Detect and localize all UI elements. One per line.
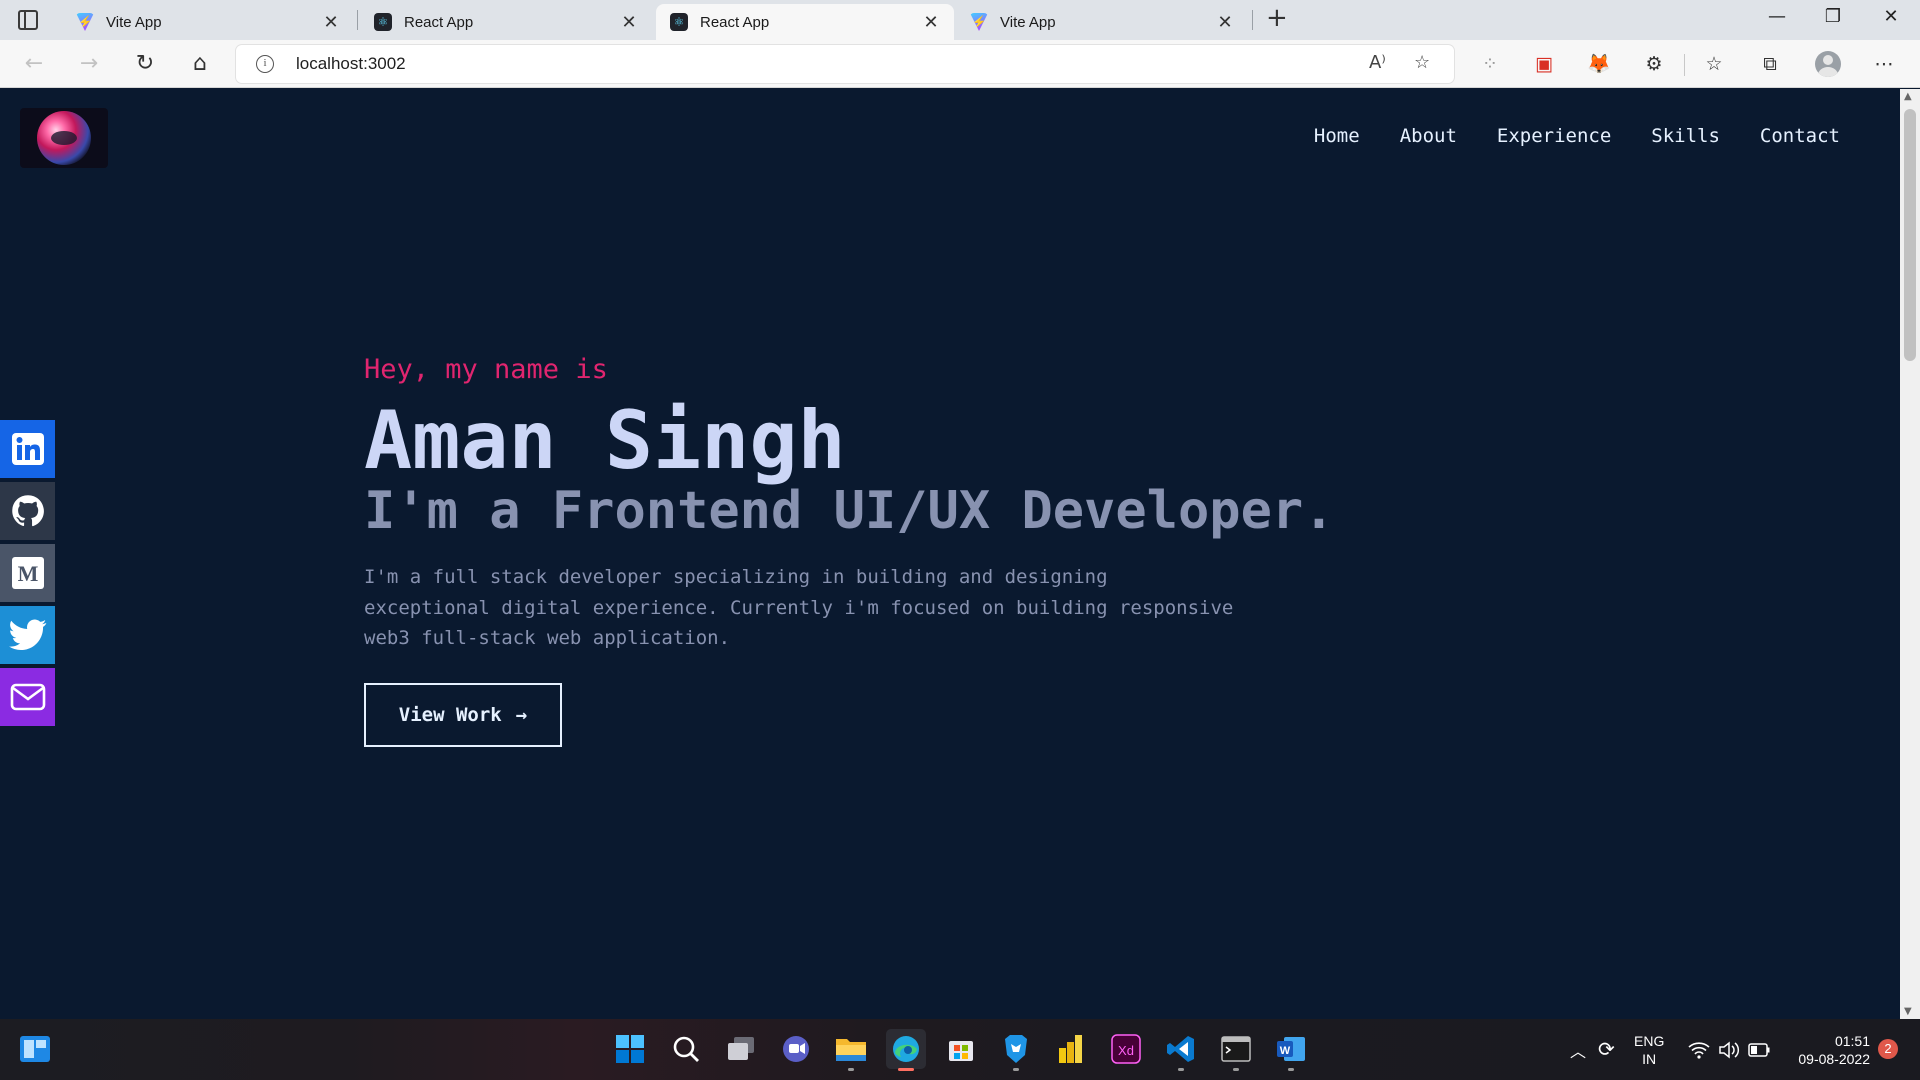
browser-toolbar: ← → ↻ ⌂ i localhost:3002 A⁾ ☆: [0, 40, 1920, 88]
linkedin-icon[interactable]: [0, 420, 55, 478]
tab-title: React App: [700, 13, 770, 31]
tab-title: Vite App: [1000, 13, 1056, 31]
pocket-icon[interactable]: ▣: [1530, 50, 1558, 78]
svg-text:Xd: Xd: [1118, 1043, 1134, 1058]
github-icon[interactable]: [0, 482, 55, 540]
adobe-xd-icon[interactable]: Xd: [1106, 1029, 1146, 1069]
twitter-icon[interactable]: [0, 606, 55, 664]
collections-icon[interactable]: ⧉: [1756, 50, 1784, 78]
svg-text:M: M: [17, 561, 38, 586]
restore-icon[interactable]: ❐: [1818, 6, 1848, 27]
language-indicator[interactable]: ENG IN: [1634, 1019, 1672, 1080]
arrow-right-icon: →: [515, 704, 528, 726]
favorites-icon[interactable]: ☆: [1700, 50, 1728, 78]
profile-icon[interactable]: [1814, 50, 1842, 78]
site-info-icon[interactable]: i: [256, 55, 274, 73]
edge-icon[interactable]: [886, 1029, 926, 1071]
social-sidebar: M: [0, 420, 55, 730]
brave-icon[interactable]: [996, 1029, 1036, 1071]
nav-skills[interactable]: Skills: [1651, 125, 1720, 147]
window-close-icon[interactable]: ✕: [1876, 6, 1906, 27]
site-nav: Home About Experience Skills Contact: [1314, 125, 1840, 147]
sync-icon[interactable]: ⟳: [1598, 1019, 1615, 1080]
back-icon[interactable]: ←: [20, 50, 48, 78]
tab-close-icon[interactable]: ✕: [1216, 12, 1234, 33]
home-icon[interactable]: ⌂: [186, 50, 214, 78]
power-bi-icon[interactable]: [1051, 1029, 1091, 1069]
file-explorer-icon[interactable]: [831, 1029, 871, 1071]
hero-description: I'm a full stack developer specializing …: [364, 566, 1234, 649]
tab-react-app-active[interactable]: ⚛ React App ✕: [656, 4, 954, 40]
react-icon: ⚛: [374, 13, 392, 31]
notification-badge[interactable]: 2: [1878, 1039, 1898, 1059]
tab-close-icon[interactable]: ✕: [922, 12, 940, 33]
extensions-icon[interactable]: ⚙: [1640, 50, 1668, 78]
wifi-icon[interactable]: [1688, 1019, 1710, 1080]
browser-tab-bar: ⚡ Vite App ✕ ⚛ React App ✕ ⚛ React App ✕…: [0, 0, 1920, 40]
metamask-icon[interactable]: 🦊: [1585, 50, 1613, 78]
chat-icon[interactable]: [776, 1029, 816, 1069]
site-logo[interactable]: [20, 108, 108, 168]
vite-icon: ⚡: [970, 13, 988, 31]
hero-role: I'm a Frontend UI/UX Developer.: [364, 481, 1335, 541]
clock-date: 09-08-2022: [1798, 1050, 1870, 1067]
page-scrollbar[interactable]: ▲ ▼: [1900, 89, 1920, 1019]
add-favorite-icon[interactable]: ☆: [1414, 52, 1430, 73]
clock[interactable]: 01:51 09-08-2022: [1786, 1019, 1870, 1080]
react-icon: ⚛: [670, 13, 688, 31]
svg-text:W: W: [1280, 1045, 1291, 1057]
nav-home[interactable]: Home: [1314, 125, 1360, 147]
tab-react-app-1[interactable]: ⚛ React App ✕: [360, 4, 652, 40]
lang-code: ENG: [1634, 1032, 1665, 1049]
start-icon[interactable]: [610, 1029, 650, 1069]
minimize-icon[interactable]: —: [1762, 6, 1792, 27]
refresh-icon[interactable]: ↻: [131, 50, 159, 78]
view-work-button[interactable]: View Work →: [364, 683, 562, 747]
address-bar[interactable]: i localhost:3002 A⁾ ☆: [236, 45, 1454, 83]
battery-icon[interactable]: [1748, 1019, 1770, 1080]
url-text[interactable]: localhost:3002: [296, 54, 406, 74]
forward-icon[interactable]: →: [75, 50, 103, 78]
word-icon[interactable]: W: [1271, 1029, 1311, 1071]
tab-vite-app-2[interactable]: ⚡ Vite App ✕: [956, 4, 1248, 40]
scrollbar-thumb[interactable]: [1904, 109, 1916, 361]
terminal-icon[interactable]: [1216, 1029, 1256, 1071]
nav-experience[interactable]: Experience: [1497, 125, 1611, 147]
tab-title: React App: [404, 13, 474, 31]
chevron-up-icon[interactable]: ︿: [1570, 1019, 1586, 1080]
store-icon[interactable]: [941, 1029, 981, 1069]
more-icon[interactable]: ⋯: [1870, 50, 1898, 78]
tab-actions-icon[interactable]: [18, 10, 38, 30]
read-aloud-icon[interactable]: A⁾: [1369, 52, 1386, 73]
loading-extension-icon[interactable]: ⁘: [1476, 50, 1504, 78]
search-icon[interactable]: [666, 1029, 706, 1069]
clock-time: 01:51: [1834, 1032, 1870, 1049]
taskbar: Xd W ︿ ⟳ ENG IN 01:51 09-08-2022: [0, 1019, 1920, 1080]
page-viewport: Home About Experience Skills Contact M H…: [0, 89, 1900, 1019]
widgets-icon[interactable]: [20, 1036, 50, 1062]
tab-close-icon[interactable]: ✕: [620, 12, 638, 33]
mail-icon[interactable]: [0, 668, 55, 726]
region-code: IN: [1642, 1050, 1657, 1067]
vscode-icon[interactable]: [1161, 1029, 1201, 1071]
nav-contact[interactable]: Contact: [1760, 125, 1840, 147]
task-view-icon[interactable]: [721, 1029, 761, 1069]
new-tab-icon[interactable]: +: [1266, 3, 1288, 33]
nav-about[interactable]: About: [1400, 125, 1457, 147]
tab-close-icon[interactable]: ✕: [322, 12, 340, 33]
tab-title: Vite App: [106, 13, 162, 31]
medium-icon[interactable]: M: [0, 544, 55, 602]
tab-vite-app-1[interactable]: ⚡ Vite App ✕: [62, 4, 354, 40]
view-work-label: View Work: [398, 704, 502, 726]
hero-name: Aman Singh: [364, 394, 846, 487]
hero-greeting: Hey, my name is: [364, 354, 608, 385]
volume-icon[interactable]: [1718, 1019, 1740, 1080]
vite-icon: ⚡: [76, 13, 94, 31]
